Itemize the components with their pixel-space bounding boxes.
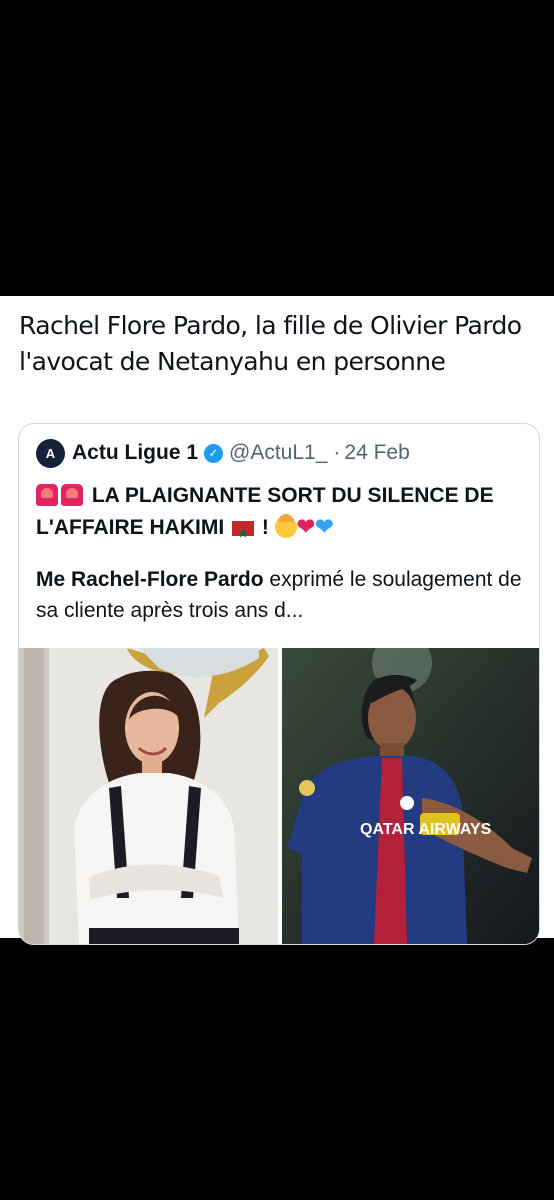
verified-badge-icon: ✓ [204,443,224,463]
separator-dot: · [333,441,341,464]
quoted-headline: LA PLAIGNANTE SORT DU SILENCE DE L'AFFAI… [36,480,531,550]
jersey-sponsor: QATAR AIRWAYS [360,821,492,838]
morocco-flag-icon [232,519,254,550]
media-grid[interactable]: QATAR AIRWAYS [19,648,539,944]
quoted-tweet[interactable]: A Actu Ligue 1 ✓ @ActuL1_ · 24 Feb LA PL… [18,423,540,945]
tweet-text: Rachel Flore Pardo, la fille de Olivier … [19,311,522,376]
blue-heart-icon: ❤ [315,514,334,539]
author-handle[interactable]: @ActuL1_ [229,441,327,465]
red-heart-icon: ❤ [296,514,316,539]
post-date[interactable]: 24 Feb [344,441,409,465]
footballer-psg-photo[interactable]: QATAR AIRWAYS [282,648,539,944]
tweet-card[interactable]: Rachel Flore Pardo, la fille de Olivier … [0,296,554,945]
avatar[interactable]: A [36,438,65,468]
author-name[interactable]: Actu Ligue 1 [72,441,198,465]
police-car-light-icon [36,484,58,506]
headline-suffix: ! [256,516,275,539]
exploding-head-icon [274,514,297,538]
body-bold-name: Me Rachel-Flore Pardo [36,568,264,591]
woman-portrait-photo[interactable] [19,648,278,944]
police-car-light-icon [61,484,83,506]
quoted-tweet-header: A Actu Ligue 1 ✓ @ActuL1_ · 24 Feb [36,438,410,468]
quoted-body: Me Rachel-Flore Pardo exprimé le soulage… [36,564,531,626]
